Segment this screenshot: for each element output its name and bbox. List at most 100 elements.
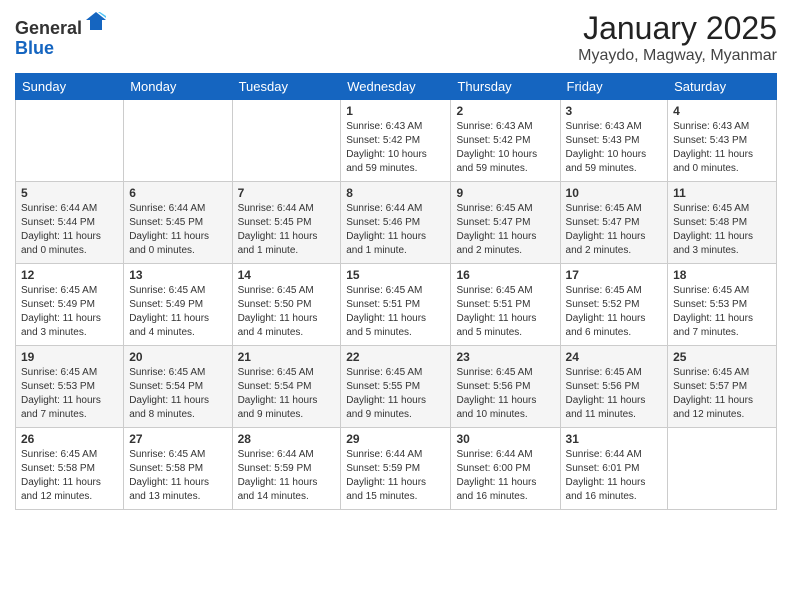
table-row: 21Sunrise: 6:45 AM Sunset: 5:54 PM Dayli… [232,346,341,428]
calendar-week-0: 1Sunrise: 6:43 AM Sunset: 5:42 PM Daylig… [16,100,777,182]
table-row: 13 Sunrise: 6:45 AM Sunset: 5:49 PM Dayli… [124,264,232,346]
table-row: 1Sunrise: 6:43 AM Sunset: 5:42 PM Daylig… [341,100,451,182]
col-wednesday: Wednesday [341,74,451,100]
table-row [668,428,777,510]
cell-date-number: 1 [346,104,445,118]
cell-date-number: 27 [129,432,226,446]
calendar-week-4: 26Sunrise: 6:45 AM Sunset: 5:58 PM Dayli… [16,428,777,510]
cell-date-number: 31 [566,432,663,446]
cell-info: Sunrise: 6:45 AM Sunset: 5:54 PM Dayligh… [129,366,226,422]
table-row: 10 Sunrise: 6:45 AM Sunset: 5:47 PM Dayli… [560,182,668,264]
cell-info: Sunrise: 6:44 AM Sunset: 5:44 PM Dayligh… [21,202,118,258]
col-monday: Monday [124,74,232,100]
table-row [232,100,341,182]
cell-date-number: 25 [673,350,771,364]
cell-info: Sunrise: 6:45 AM Sunset: 5:49 PM Dayligh… [129,284,226,340]
table-row: 9Sunrise: 6:45 AM Sunset: 5:47 PM Daylig… [451,182,560,264]
calendar-week-3: 19 Sunrise: 6:45 AM Sunset: 5:53 PM Dayli… [16,346,777,428]
calendar-week-2: 12 Sunrise: 6:45 AM Sunset: 5:49 PM Dayli… [16,264,777,346]
cell-info: Sunrise: 6:44 AM Sunset: 5:46 PM Dayligh… [346,202,445,258]
cell-date-number: 4 [673,104,771,118]
table-row: 22Sunrise: 6:45 AM Sunset: 5:55 PM Dayli… [341,346,451,428]
cell-date-number: 12 [21,268,118,282]
table-row: 15Sunrise: 6:45 AM Sunset: 5:51 PM Dayli… [341,264,451,346]
cell-info: Sunrise: 6:44 AM Sunset: 6:01 PM Dayligh… [566,448,663,504]
cell-date-number: 17 [566,268,663,282]
cell-date-number: 21 [238,350,336,364]
logo-blue: Blue [15,38,54,58]
table-row: 11 Sunrise: 6:45 AM Sunset: 5:48 PM Dayli… [668,182,777,264]
cell-date-number: 30 [456,432,554,446]
cell-info: Sunrise: 6:45 AM Sunset: 5:47 PM Dayligh… [566,202,663,258]
col-friday: Friday [560,74,668,100]
cell-date-number: 13 [129,268,226,282]
cell-date-number: 11 [673,186,771,200]
table-row [124,100,232,182]
table-row: 8 Sunrise: 6:44 AM Sunset: 5:46 PM Daylig… [341,182,451,264]
table-row: 5Sunrise: 6:44 AM Sunset: 5:44 PM Daylig… [16,182,124,264]
logo: General Blue [15,10,108,59]
col-tuesday: Tuesday [232,74,341,100]
table-row: 24 Sunrise: 6:45 AM Sunset: 5:56 PM Dayli… [560,346,668,428]
cell-info: Sunrise: 6:45 AM Sunset: 5:53 PM Dayligh… [673,284,771,340]
cell-date-number: 29 [346,432,445,446]
cell-date-number: 14 [238,268,336,282]
cell-info: Sunrise: 6:45 AM Sunset: 5:52 PM Dayligh… [566,284,663,340]
cell-info: Sunrise: 6:45 AM Sunset: 5:51 PM Dayligh… [346,284,445,340]
logo-icon [84,10,108,34]
table-row: 7 Sunrise: 6:44 AM Sunset: 5:45 PM Daylig… [232,182,341,264]
cell-date-number: 28 [238,432,336,446]
cell-date-number: 20 [129,350,226,364]
cell-info: Sunrise: 6:44 AM Sunset: 5:45 PM Dayligh… [129,202,226,258]
calendar-header-row: Sunday Monday Tuesday Wednesday Thursday… [16,74,777,100]
table-row: 30 Sunrise: 6:44 AM Sunset: 6:00 PM Dayli… [451,428,560,510]
title-block: January 2025 Myaydo, Magway, Myanmar [578,10,777,65]
cell-date-number: 16 [456,268,554,282]
cell-date-number: 2 [456,104,554,118]
cell-date-number: 22 [346,350,445,364]
logo-blue-text: Blue [15,39,108,59]
cell-info: Sunrise: 6:45 AM Sunset: 5:56 PM Dayligh… [456,366,554,422]
cell-date-number: 3 [566,104,663,118]
table-row: 31 Sunrise: 6:44 AM Sunset: 6:01 PM Dayli… [560,428,668,510]
table-row: 20 Sunrise: 6:45 AM Sunset: 5:54 PM Dayli… [124,346,232,428]
cell-date-number: 19 [21,350,118,364]
cell-date-number: 8 [346,186,445,200]
cell-info: Sunrise: 6:45 AM Sunset: 5:56 PM Dayligh… [566,366,663,422]
calendar-table: Sunday Monday Tuesday Wednesday Thursday… [15,73,777,510]
table-row: 14 Sunrise: 6:45 AM Sunset: 5:50 PM Dayli… [232,264,341,346]
cell-info: Sunrise: 6:45 AM Sunset: 5:53 PM Dayligh… [21,366,118,422]
table-row: 19 Sunrise: 6:45 AM Sunset: 5:53 PM Dayli… [16,346,124,428]
header: General Blue January 2025 Myaydo, Magway… [15,10,777,65]
cell-info: Sunrise: 6:44 AM Sunset: 5:59 PM Dayligh… [238,448,336,504]
table-row: 28 Sunrise: 6:44 AM Sunset: 5:59 PM Dayli… [232,428,341,510]
table-row: 6 Sunrise: 6:44 AM Sunset: 5:45 PM Daylig… [124,182,232,264]
table-row: 16 Sunrise: 6:45 AM Sunset: 5:51 PM Dayli… [451,264,560,346]
cell-date-number: 7 [238,186,336,200]
table-row: 23Sunrise: 6:45 AM Sunset: 5:56 PM Dayli… [451,346,560,428]
cell-info: Sunrise: 6:44 AM Sunset: 5:45 PM Dayligh… [238,202,336,258]
table-row [16,100,124,182]
cell-info: Sunrise: 6:45 AM Sunset: 5:50 PM Dayligh… [238,284,336,340]
calendar-subtitle: Myaydo, Magway, Myanmar [578,47,777,65]
table-row: 2Sunrise: 6:43 AM Sunset: 5:42 PM Daylig… [451,100,560,182]
table-row: 4 Sunrise: 6:43 AM Sunset: 5:43 PM Daylig… [668,100,777,182]
table-row: 17 Sunrise: 6:45 AM Sunset: 5:52 PM Dayli… [560,264,668,346]
table-row: 3 Sunrise: 6:43 AM Sunset: 5:43 PM Daylig… [560,100,668,182]
cell-info: Sunrise: 6:45 AM Sunset: 5:49 PM Dayligh… [21,284,118,340]
cell-date-number: 26 [21,432,118,446]
cell-date-number: 24 [566,350,663,364]
cell-date-number: 10 [566,186,663,200]
table-row: 29Sunrise: 6:44 AM Sunset: 5:59 PM Dayli… [341,428,451,510]
cell-info: Sunrise: 6:45 AM Sunset: 5:51 PM Dayligh… [456,284,554,340]
col-sunday: Sunday [16,74,124,100]
cell-info: Sunrise: 6:43 AM Sunset: 5:43 PM Dayligh… [673,120,771,176]
table-row: 25Sunrise: 6:45 AM Sunset: 5:57 PM Dayli… [668,346,777,428]
logo-text: General [15,10,108,39]
cell-info: Sunrise: 6:44 AM Sunset: 6:00 PM Dayligh… [456,448,554,504]
cell-info: Sunrise: 6:43 AM Sunset: 5:43 PM Dayligh… [566,120,663,176]
cell-date-number: 9 [456,186,554,200]
col-thursday: Thursday [451,74,560,100]
cell-info: Sunrise: 6:45 AM Sunset: 5:48 PM Dayligh… [673,202,771,258]
cell-date-number: 6 [129,186,226,200]
